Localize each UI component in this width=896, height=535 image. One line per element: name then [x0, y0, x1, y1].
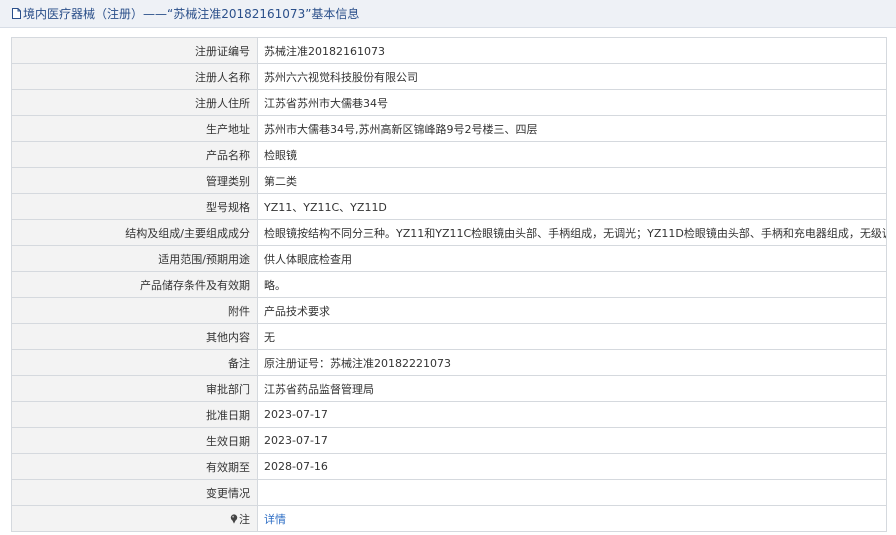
row-label: 注册人名称 — [11, 63, 258, 90]
row-value: 2023-07-17 — [257, 427, 887, 454]
table-row: 备注 原注册证号：苏械注准20182221073 — [11, 349, 887, 376]
row-label: 审批部门 — [11, 375, 258, 402]
table-row: 批准日期 2023-07-17 — [11, 401, 887, 428]
row-value: 2028-07-16 — [257, 453, 887, 480]
table-row: 型号规格 YZ11、YZ11C、YZ11D — [11, 193, 887, 220]
pin-icon — [230, 513, 238, 527]
row-value: 江苏省苏州市大儒巷34号 — [257, 89, 887, 116]
table-row: 附件 产品技术要求 — [11, 297, 887, 324]
row-value: 检眼镜 — [257, 141, 887, 168]
row-label: 注册人住所 — [11, 89, 258, 116]
row-label: 备注 — [11, 349, 258, 376]
row-value: 2023-07-17 — [257, 401, 887, 428]
row-label: 生效日期 — [11, 427, 258, 454]
row-label: 有效期至 — [11, 453, 258, 480]
note-row: 注 详情 — [11, 505, 887, 532]
page-header: 境内医疗器械（注册）——“苏械注准20182161073”基本信息 — [0, 0, 896, 28]
row-label: 生产地址 — [11, 115, 258, 142]
basic-info-table: 注册证编号 苏械注准20182161073 注册人名称 苏州六六视觉科技股份有限… — [11, 37, 887, 532]
row-value: 供人体眼底检查用 — [257, 245, 887, 272]
row-label: 其他内容 — [11, 323, 258, 350]
row-value: 苏州六六视觉科技股份有限公司 — [257, 63, 887, 90]
row-label: 型号规格 — [11, 193, 258, 220]
note-label-cell: 注 — [11, 505, 258, 532]
row-value: 苏州市大儒巷34号,苏州高新区锦峰路9号2号楼三、四层 — [257, 115, 887, 142]
table-row: 有效期至 2028-07-16 — [11, 453, 887, 480]
row-label: 产品储存条件及有效期 — [11, 271, 258, 298]
row-label: 管理类别 — [11, 167, 258, 194]
table-row: 注册人住所 江苏省苏州市大儒巷34号 — [11, 89, 887, 116]
table-row: 生效日期 2023-07-17 — [11, 427, 887, 454]
note-label: 注 — [239, 512, 250, 526]
row-value: 原注册证号：苏械注准20182221073 — [257, 349, 887, 376]
document-icon — [12, 8, 21, 19]
table-row: 其他内容 无 — [11, 323, 887, 350]
table-row: 变更情况 — [11, 479, 887, 506]
row-value: 苏械注准20182161073 — [257, 37, 887, 64]
table-row: 产品名称 检眼镜 — [11, 141, 887, 168]
table-row: 适用范围/预期用途 供人体眼底检查用 — [11, 245, 887, 272]
page-title: 境内医疗器械（注册）——“苏械注准20182161073”基本信息 — [23, 7, 360, 21]
row-label: 批准日期 — [11, 401, 258, 428]
row-value: 无 — [257, 323, 887, 350]
row-value: 第二类 — [257, 167, 887, 194]
row-value: YZ11、YZ11C、YZ11D — [257, 193, 887, 220]
row-label: 注册证编号 — [11, 37, 258, 64]
table-row: 产品储存条件及有效期 略。 — [11, 271, 887, 298]
row-label: 变更情况 — [11, 479, 258, 506]
row-value: 产品技术要求 — [257, 297, 887, 324]
row-value: 检眼镜按结构不同分三种。YZ11和YZ11C检眼镜由头部、手柄组成，无调光；YZ… — [257, 219, 887, 246]
row-label: 附件 — [11, 297, 258, 324]
row-value: 江苏省药品监督管理局 — [257, 375, 887, 402]
table-row: 结构及组成/主要组成成分 检眼镜按结构不同分三种。YZ11和YZ11C检眼镜由头… — [11, 219, 887, 246]
table-row: 管理类别 第二类 — [11, 167, 887, 194]
row-value: 略。 — [257, 271, 887, 298]
table-row: 注册人名称 苏州六六视觉科技股份有限公司 — [11, 63, 887, 90]
row-label: 适用范围/预期用途 — [11, 245, 258, 272]
note-value-cell: 详情 — [257, 505, 887, 532]
info-table-body: 注册证编号 苏械注准20182161073 注册人名称 苏州六六视觉科技股份有限… — [11, 37, 887, 532]
table-row: 审批部门 江苏省药品监督管理局 — [11, 375, 887, 402]
row-value — [257, 479, 887, 506]
table-row: 生产地址 苏州市大儒巷34号,苏州高新区锦峰路9号2号楼三、四层 — [11, 115, 887, 142]
row-label: 结构及组成/主要组成成分 — [11, 219, 258, 246]
details-link[interactable]: 详情 — [264, 513, 286, 526]
table-row: 注册证编号 苏械注准20182161073 — [11, 37, 887, 64]
row-label: 产品名称 — [11, 141, 258, 168]
